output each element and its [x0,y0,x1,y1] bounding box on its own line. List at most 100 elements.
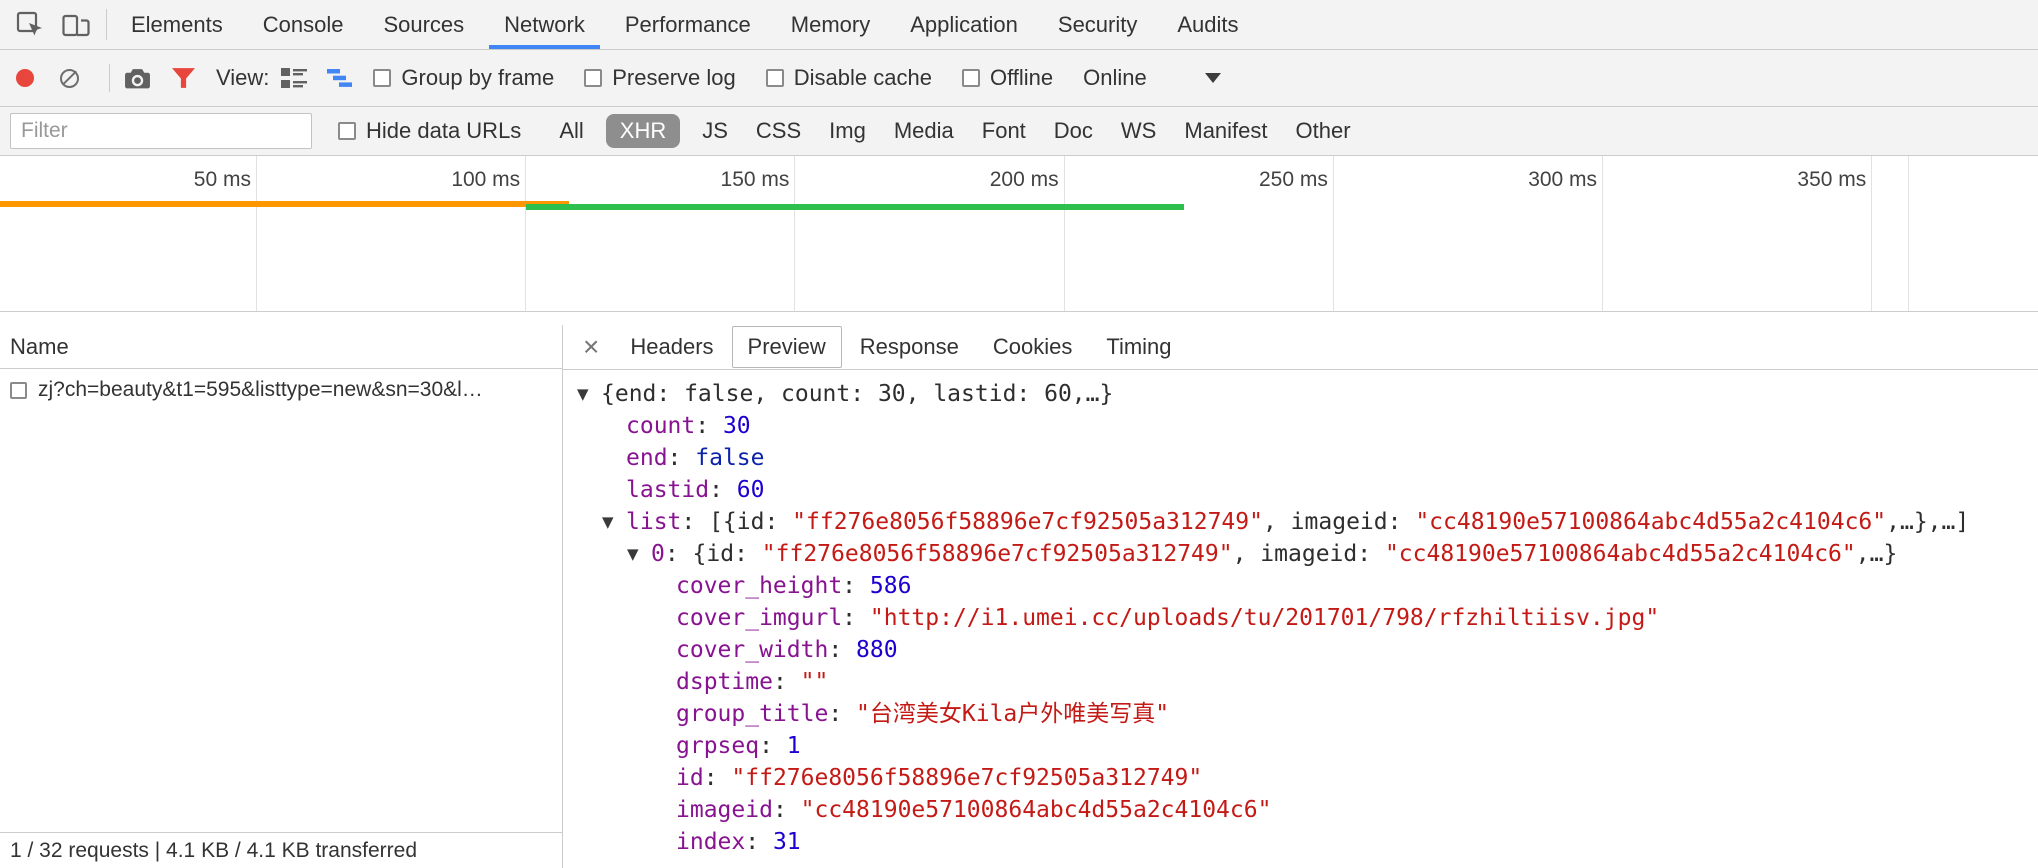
device-toolbar-icon[interactable] [56,5,96,45]
json-key: cover_imgurl [676,605,842,631]
preview-tree-row: cover_width: 880 [563,634,2038,666]
json-plain: : [709,477,737,503]
filter-funnel-icon[interactable] [171,67,196,90]
json-plain: : {id: [665,541,762,567]
clear-requests-button[interactable] [60,69,79,88]
filter-type-css[interactable]: CSS [756,118,801,144]
checkbox-hide-data-urls[interactable]: Hide data URLs [338,118,521,144]
filter-type-media[interactable]: Media [894,118,954,144]
request-checkbox[interactable] [10,382,27,399]
preview-tree-row: group_title: "台湾美女Kila户外唯美写真" [563,698,2038,730]
filter-type-font[interactable]: Font [982,118,1026,144]
preview-panel[interactable]: ▼{end: false, count: 30, lastid: 60,…}co… [563,370,2038,868]
timeline-gridline: 50 ms [256,156,257,311]
preview-tree-row: cover_height: 586 [563,570,2038,602]
detail-tab-cookies[interactable]: Cookies [977,326,1088,368]
detail-tab-timing[interactable]: Timing [1090,326,1187,368]
toolbar-separator [109,64,110,92]
checkbox-label: Hide data URLs [366,118,521,144]
json-key: group_title [676,701,828,727]
json-key: end [626,445,668,471]
filter-type-js[interactable]: JS [702,118,728,144]
main-split: Name zj?ch=beauty&t1=595&listtype=new&sn… [0,325,2038,868]
checkbox-label: Offline [990,65,1053,91]
json-plain: , imageid: [1263,509,1415,535]
tab-audits[interactable]: Audits [1157,0,1258,49]
detail-tab-preview[interactable]: Preview [732,326,842,368]
requests-panel: Name zj?ch=beauty&t1=595&listtype=new&sn… [0,325,563,868]
filter-type-all[interactable]: All [559,118,583,144]
checkbox-box [962,69,980,87]
preview-tree-row: ▼0: {id: "ff276e8056f58896e7cf92505a3127… [563,538,2038,570]
json-plain: : [745,829,773,855]
timeline-bar-green [526,204,1184,210]
name-column-label: Name [10,334,69,360]
checkbox-offline[interactable]: Offline [962,65,1053,91]
toolbar-checkboxes: Group by frame Preserve log Disable cache O… [373,65,1083,91]
filter-type-xhr[interactable]: XHR [606,114,680,148]
throttling-value: Online [1083,65,1147,91]
timeline-tick-label: 200 ms [990,168,1059,192]
tab-memory[interactable]: Memory [771,0,890,49]
preview-tree-row: index: 31 [563,826,2038,858]
json-str: "cc48190e57100864abc4d55a2c4104c6" [1385,541,1856,567]
tab-network[interactable]: Network [484,0,605,49]
timeline-tick-label: 350 ms [1797,168,1866,192]
timeline-bar-orange [0,201,569,207]
json-plain: : [773,797,801,823]
large-request-rows-icon[interactable] [281,67,307,89]
preview-tree-row: ▼list: [{id: "ff276e8056f58896e7cf92505a… [563,506,2038,538]
tab-elements[interactable]: Elements [111,0,243,49]
requests-empty-area [0,411,562,832]
main-tabs: ElementsConsoleSourcesNetworkPerformance… [111,0,1259,49]
preview-tree-row: end: false [563,442,2038,474]
tab-sources[interactable]: Sources [363,0,484,49]
json-plain: : [828,637,856,663]
capture-screenshots-camera-icon[interactable] [124,66,151,91]
tab-performance[interactable]: Performance [605,0,771,49]
filter-input[interactable] [10,113,312,149]
filter-type-other[interactable]: Other [1296,118,1351,144]
checkbox-disable-cache[interactable]: Disable cache [766,65,932,91]
preview-tree-row: dsptime: "" [563,666,2038,698]
timeline-grid: 50 ms100 ms150 ms200 ms250 ms300 ms350 m… [0,156,2038,311]
request-details-panel: × HeadersPreviewResponseCookiesTiming ▼{… [563,325,2038,868]
details-tabs: HeadersPreviewResponseCookiesTiming [613,326,1188,368]
show-overview-waterfall-icon[interactable] [327,67,353,89]
tab-console[interactable]: Console [243,0,364,49]
main-tabbar: ElementsConsoleSourcesNetworkPerformance… [0,0,2038,50]
json-num: 586 [870,573,912,599]
json-plain: : [704,765,732,791]
json-plain: : [668,445,696,471]
json-str: "ff276e8056f58896e7cf92505a312749" [762,541,1233,567]
expand-arrow-icon[interactable]: ▼ [627,538,651,570]
json-plain: , imageid: [1233,541,1385,567]
tab-security[interactable]: Security [1038,0,1157,49]
json-key: id [676,765,704,791]
tab-application[interactable]: Application [890,0,1038,49]
timeline-overview[interactable]: 50 ms100 ms150 ms200 ms250 ms300 ms350 m… [0,156,2038,312]
filter-type-doc[interactable]: Doc [1054,118,1093,144]
expand-arrow-icon[interactable]: ▼ [577,378,601,410]
checkbox-group-by-frame[interactable]: Group by frame [373,65,554,91]
checkbox-label: Preserve log [612,65,736,91]
filter-type-manifest[interactable]: Manifest [1184,118,1267,144]
preview-tree-row: imageid: "cc48190e57100864abc4d55a2c4104… [563,794,2038,826]
checkbox-box [373,69,391,87]
record-button[interactable] [16,69,34,87]
detail-tab-headers[interactable]: Headers [614,326,729,368]
expand-arrow-icon[interactable]: ▼ [602,506,626,538]
json-plain: : [773,669,801,695]
json-str: "cc48190e57100864abc4d55a2c4104c6" [801,797,1272,823]
filter-bar: Hide data URLs All XHR JS CSS Img Media Font Do… [0,107,2038,156]
name-column-header[interactable]: Name [0,325,562,369]
request-row[interactable]: zj?ch=beauty&t1=595&listtype=new&sn=30&l… [0,369,562,411]
filter-type-img[interactable]: Img [829,118,866,144]
throttling-select[interactable]: Online [1083,65,1221,91]
inspect-element-icon[interactable] [10,5,50,45]
filter-type-ws[interactable]: WS [1121,118,1156,144]
json-num: 31 [773,829,801,855]
detail-tab-response[interactable]: Response [844,326,975,368]
checkbox-preserve-log[interactable]: Preserve log [584,65,736,91]
close-icon[interactable]: × [569,333,613,361]
